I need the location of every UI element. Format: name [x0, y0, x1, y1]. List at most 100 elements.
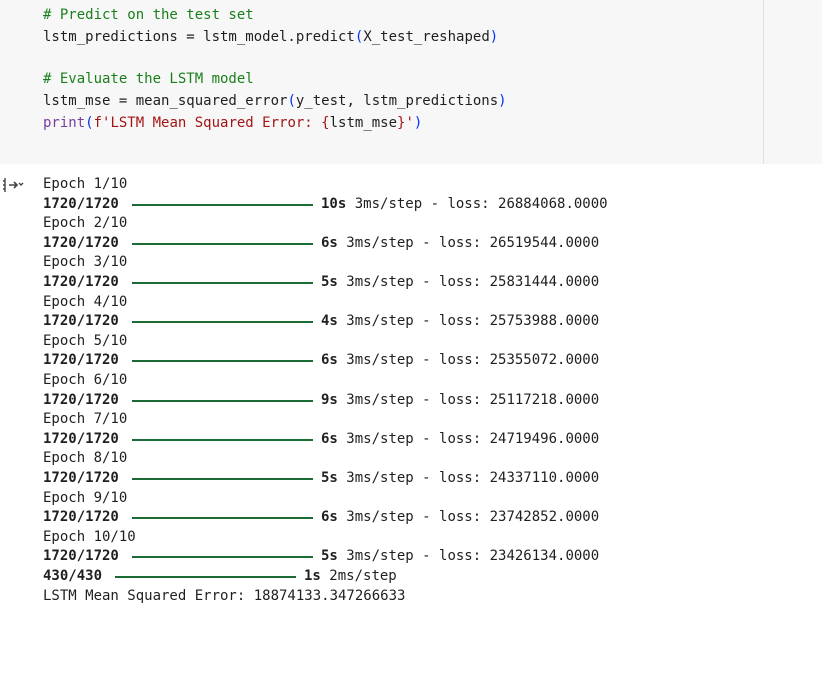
epoch-time: 6s [321, 509, 338, 526]
epoch-time: 9s [321, 391, 338, 408]
progress-bar [132, 517, 313, 520]
progress-row: 1720/1720 [43, 469, 119, 489]
epoch-label: Epoch 6/10 [43, 372, 128, 388]
step-stats: 9s 3ms/step - loss: 25117218.0000 [321, 391, 599, 411]
epoch-label: Epoch 8/10 [43, 450, 128, 467]
predict-stats: 1s 2ms/step [304, 567, 397, 587]
epoch-time: 5s [321, 274, 338, 290]
code-line: lstm_mse = mean_squared_error(y_test, ls… [43, 91, 507, 111]
epoch-label: Epoch 9/10 [43, 489, 128, 506]
epoch-label: Epoch 7/10 [43, 411, 128, 428]
step-stats: 5s 3ms/step - loss: 25831444.0000 [321, 273, 599, 293]
output-toggle-icon[interactable] [2, 176, 24, 194]
progress-bar [132, 438, 313, 441]
step-loss: 3ms/step - loss: 25831444.0000 [346, 274, 600, 290]
progress-bar [132, 282, 313, 284]
code-string: ' [405, 115, 414, 131]
code-comment: # Predict on the test set [43, 7, 254, 23]
epoch-time: 4s [321, 313, 338, 330]
bracket: ) [489, 29, 499, 45]
mse-result: LSTM Mean Squared Error: 18874133.347266… [43, 587, 406, 604]
bracket: ) [413, 115, 423, 131]
code-text: y_test, lstm_predictions [295, 93, 499, 109]
progress-bar [132, 242, 313, 245]
step-loss: 3ms/step - loss: 23426134.0000 [346, 548, 600, 565]
progress-row: 1720/1720 [43, 547, 119, 567]
step-loss: 3ms/step - loss: 24337110.0000 [346, 470, 600, 486]
progress-row: 1720/1720 [43, 273, 119, 293]
step-stats: 6s 3ms/step - loss: 24719496.0000 [321, 430, 599, 450]
progress-row: 1720/1720 [43, 234, 119, 254]
epoch-label: Epoch 2/10 [43, 215, 128, 232]
step-stats: 4s 3ms/step - loss: 25753988.0000 [321, 312, 599, 332]
progress-row: 1720/1720 [43, 391, 119, 411]
step-count: 430/430 [43, 568, 103, 584]
epoch-label: Epoch 10/10 [43, 528, 136, 545]
step-count: 1720/1720 [43, 195, 119, 212]
epoch-time: 6s [321, 430, 338, 447]
epoch-label: Epoch 1/10 [43, 176, 128, 192]
progress-bar [132, 556, 313, 559]
step-count: 1720/1720 [43, 430, 119, 447]
step-count: 1720/1720 [43, 391, 119, 408]
step-count: 1720/1720 [43, 234, 119, 251]
step-stats: 10s 3ms/step - loss: 26884068.0000 [321, 195, 608, 215]
progress-bar [132, 360, 313, 363]
step-loss: 3ms/step - loss: 25117218.0000 [346, 391, 600, 408]
step-loss: 3ms/step - loss: 26884068.0000 [354, 195, 608, 212]
fstring-variable: lstm_mse [329, 115, 398, 131]
step-loss: 3ms/step - loss: 23742852.0000 [346, 509, 600, 526]
step-count: 1720/1720 [43, 548, 119, 565]
epoch-time: 6s [321, 234, 338, 251]
progress-row: 1720/1720 [43, 195, 119, 215]
step-count: 1720/1720 [43, 352, 119, 369]
code-editor[interactable]: # Predict on the test set lstm_predictio… [0, 0, 764, 164]
bracket: ( [287, 93, 296, 109]
predict-progress-bar [115, 576, 296, 578]
progress-bar [132, 478, 313, 480]
epoch-label: Epoch 3/10 [43, 254, 128, 271]
code-line: lstm_predictions = lstm_model.predict(X_… [43, 27, 498, 47]
fstring-brace: { [321, 115, 330, 131]
progress-row: 1720/1720 [43, 351, 119, 371]
step-count: 1720/1720 [43, 274, 119, 290]
progress-bar [132, 399, 313, 402]
code-keyword: print [43, 115, 86, 131]
progress-row: 1720/1720 [43, 430, 119, 450]
progress-row: 1720/1720 [43, 508, 119, 528]
bracket: ( [85, 115, 94, 131]
progress-row: 1720/1720 [43, 312, 119, 332]
step-stats: 6s 3ms/step - loss: 25355072.0000 [321, 351, 599, 371]
predict-step-time: 2ms/step [329, 568, 397, 584]
step-loss: 3ms/step - loss: 24719496.0000 [346, 430, 600, 447]
step-loss: 3ms/step - loss: 25355072.0000 [346, 352, 600, 369]
epoch-time: 5s [321, 548, 338, 565]
progress-bar [132, 203, 313, 206]
epoch-time: 10s [321, 195, 347, 212]
step-stats: 5s 3ms/step - loss: 24337110.0000 [321, 469, 599, 489]
step-count: 1720/1720 [43, 470, 119, 486]
epoch-time: 5s [321, 470, 338, 486]
code-text: X_test_reshaped [363, 29, 490, 45]
epoch-label: Epoch 4/10 [43, 293, 128, 310]
code-text: lstm_predictions = lstm_model.predict [43, 29, 355, 45]
code-line: print(f'LSTM Mean Squared Error: {lstm_m… [43, 113, 422, 133]
step-stats: 6s 3ms/step - loss: 23742852.0000 [321, 508, 599, 528]
epoch-time: 6s [321, 352, 338, 369]
predict-time: 1s [304, 568, 321, 584]
epoch-label: Epoch 5/10 [43, 332, 128, 349]
step-stats: 6s 3ms/step - loss: 26519544.0000 [321, 234, 599, 254]
step-loss: 3ms/step - loss: 26519544.0000 [346, 234, 600, 251]
step-loss: 3ms/step - loss: 25753988.0000 [346, 313, 600, 330]
step-count: 1720/1720 [43, 313, 119, 330]
code-text: lstm_mse = mean_squared_error [43, 93, 288, 109]
step-count: 1720/1720 [43, 509, 119, 526]
progress-bar [132, 321, 313, 324]
bracket: ) [498, 93, 507, 109]
predict-progress-row: 430/430 [43, 567, 102, 587]
code-cell[interactable]: # Predict on the test set lstm_predictio… [0, 0, 822, 164]
code-string: f'LSTM Mean Squared Error: [93, 115, 322, 131]
code-comment: # Evaluate the LSTM model [43, 71, 254, 87]
step-stats: 5s 3ms/step - loss: 23426134.0000 [321, 547, 599, 567]
